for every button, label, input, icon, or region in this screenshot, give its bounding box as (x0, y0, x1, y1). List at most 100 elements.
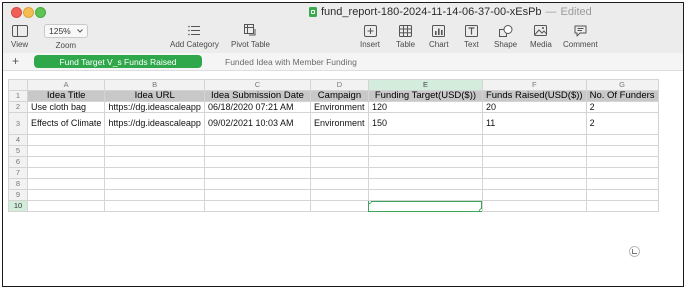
row-number[interactable]: 1 (8, 90, 28, 102)
table-cell[interactable] (203, 178, 311, 190)
table-cell[interactable] (585, 178, 659, 190)
maximize-window-button[interactable] (35, 7, 46, 18)
row-number[interactable]: 8 (8, 178, 28, 190)
header-cell-funds-raised[interactable]: Funds Raised(USD($)) (481, 90, 587, 102)
row-number[interactable]: 10 (8, 200, 28, 212)
table-cell[interactable] (309, 145, 369, 157)
row-number[interactable]: 3 (8, 112, 28, 135)
insert-button[interactable]: Insert (360, 23, 380, 49)
close-window-button[interactable] (11, 7, 22, 18)
table-cell[interactable] (26, 145, 106, 157)
table-cell[interactable] (26, 178, 106, 190)
table-cell[interactable] (26, 167, 106, 179)
table-cell[interactable] (104, 167, 205, 179)
table-cell[interactable] (585, 134, 659, 146)
table-cell[interactable]: 150 (367, 112, 483, 135)
table-cell[interactable] (104, 145, 205, 157)
table-cell[interactable] (367, 167, 483, 179)
table-cell[interactable] (26, 156, 106, 168)
document-title-bar[interactable]: fund_report-180-2024-11-14-06-37-00-xEsP… (309, 5, 592, 19)
table-cell[interactable] (309, 156, 369, 168)
row-number[interactable]: 6 (8, 156, 28, 168)
text-button[interactable]: Text (464, 23, 479, 49)
pivot-table-button[interactable]: Pivot Table (231, 23, 270, 49)
chart-button[interactable]: Chart (429, 23, 449, 49)
table-cell[interactable]: 20 (481, 101, 587, 113)
header-cell-idea-title[interactable]: Idea Title (26, 90, 106, 102)
column-header-e[interactable]: E (367, 79, 483, 91)
add-sheet-button[interactable]: + (12, 54, 19, 68)
table-cell[interactable]: Environment (309, 101, 369, 113)
table-cell[interactable] (585, 200, 659, 212)
selection-handle[interactable] (369, 201, 372, 204)
table-cell[interactable]: Effects of Climate (26, 112, 106, 135)
table-cell[interactable] (367, 189, 483, 201)
table-cell[interactable]: 09/02/2021 10:03 AM (203, 112, 311, 135)
tab-funded-idea-with-member-funding[interactable]: Funded Idea with Member Funding (225, 55, 357, 68)
row-number[interactable]: 2 (8, 101, 28, 113)
table-cell[interactable] (585, 189, 659, 201)
table-cell[interactable] (203, 167, 311, 179)
table-cell[interactable]: https://dg.ideascaleapp (104, 101, 205, 113)
header-cell-no-of-funders[interactable]: No. Of Funders (585, 90, 659, 102)
table-cell[interactable] (104, 189, 205, 201)
table-cell[interactable] (481, 167, 587, 179)
table-cell[interactable] (585, 167, 659, 179)
table-cell[interactable]: 2 (585, 101, 659, 113)
column-header-a[interactable]: A (26, 79, 106, 91)
table-button[interactable]: Table (396, 23, 415, 49)
table-cell[interactable] (203, 134, 311, 146)
table-cell[interactable] (367, 134, 483, 146)
add-category-button[interactable]: Add Category (170, 23, 219, 49)
table-cell[interactable] (104, 134, 205, 146)
table-cell[interactable] (481, 178, 587, 190)
column-header-b[interactable]: B (104, 79, 205, 91)
row-number[interactable]: 7 (8, 167, 28, 179)
table-cell[interactable] (26, 200, 106, 212)
table-cell[interactable] (481, 134, 587, 146)
selected-cell[interactable] (367, 200, 483, 212)
table-cell[interactable] (104, 156, 205, 168)
table-cell[interactable]: 06/18/2020 07:21 AM (203, 101, 311, 113)
table-cell[interactable] (203, 156, 311, 168)
shape-button[interactable]: Shape (494, 23, 517, 49)
table-cell[interactable] (481, 200, 587, 212)
table-cell[interactable] (481, 145, 587, 157)
table-cell[interactable] (203, 200, 311, 212)
table-cell[interactable]: Environment (309, 112, 369, 135)
table-cell[interactable]: 120 (367, 101, 483, 113)
table-cell[interactable] (367, 156, 483, 168)
header-cell-idea-url[interactable]: Idea URL (104, 90, 205, 102)
table-cell[interactable] (309, 134, 369, 146)
corner-cell[interactable] (8, 79, 28, 91)
table-cell[interactable] (309, 167, 369, 179)
table-cell[interactable]: 2 (585, 112, 659, 135)
header-cell-idea-submission-date[interactable]: Idea Submission Date (203, 90, 311, 102)
row-number[interactable]: 4 (8, 134, 28, 146)
tab-fund-target-vs-funds-raised[interactable]: Fund Target V_s Funds Raised (34, 55, 202, 68)
table-cell[interactable] (309, 178, 369, 190)
minimize-window-button[interactable] (23, 7, 34, 18)
table-cell[interactable]: 11 (481, 112, 587, 135)
table-cell[interactable] (104, 200, 205, 212)
table-cell[interactable] (26, 134, 106, 146)
table-cell[interactable] (367, 145, 483, 157)
column-header-g[interactable]: G (585, 79, 659, 91)
view-button[interactable]: View (11, 23, 28, 49)
table-cell[interactable] (585, 156, 659, 168)
table-resize-handle[interactable] (629, 246, 640, 257)
comment-button[interactable]: Comment (563, 23, 598, 49)
header-cell-funding-target[interactable]: Funding Target(USD($)) (367, 90, 483, 102)
table-cell[interactable] (481, 189, 587, 201)
table-cell[interactable] (26, 189, 106, 201)
column-header-c[interactable]: C (203, 79, 311, 91)
table-cell[interactable] (367, 178, 483, 190)
table-cell[interactable] (481, 156, 587, 168)
table-cell[interactable]: Use cloth bag (26, 101, 106, 113)
row-number[interactable]: 5 (8, 145, 28, 157)
table-cell[interactable] (585, 145, 659, 157)
selection-handle[interactable] (478, 208, 482, 211)
table-cell[interactable] (203, 145, 311, 157)
table-cell[interactable] (104, 178, 205, 190)
media-button[interactable]: Media (530, 23, 552, 49)
